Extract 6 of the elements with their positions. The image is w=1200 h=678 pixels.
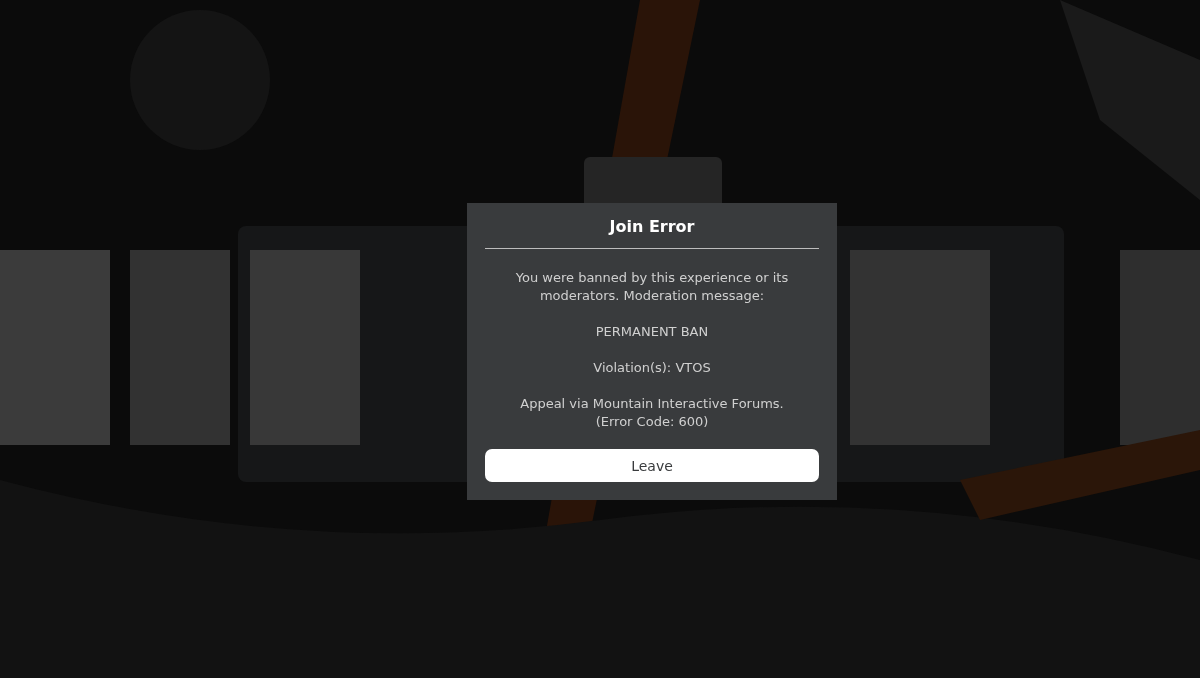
message-text: PERMANENT BAN xyxy=(595,323,709,341)
message-text: Violation(s): VTOS xyxy=(593,359,711,377)
message-text: You were banned by this experience or its moderators. Moderation message: xyxy=(514,269,790,305)
leave-button[interactable]: Leave xyxy=(485,449,819,482)
dialog-title: Join Error xyxy=(609,217,695,237)
message-text: Appeal via Mountain Interactive Forums. (Error Code: 600) xyxy=(520,395,784,431)
